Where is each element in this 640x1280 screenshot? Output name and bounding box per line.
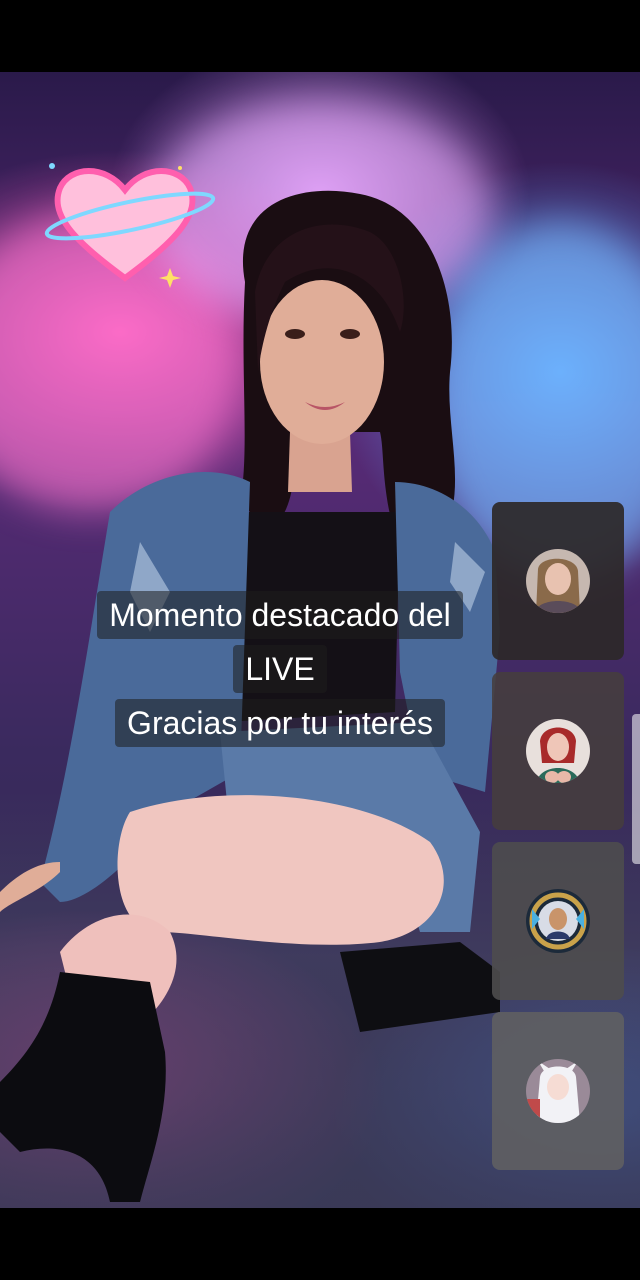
guest-tile-2[interactable] [492, 672, 624, 830]
avatar-woman-light-hair-icon [526, 549, 590, 613]
avatar-woman-red-hair-icon [526, 719, 590, 783]
heart-sticker-icon [44, 163, 216, 288]
phone-screen: Momento destacado del LIVE Gracias por t… [0, 0, 640, 1280]
caption-line-3: Gracias por tu interés [115, 699, 445, 747]
multi-guest-panel [492, 502, 624, 1182]
guest-avatar-2 [526, 719, 590, 783]
guest-tile-1[interactable] [492, 502, 624, 660]
guest-avatar-4 [526, 1059, 590, 1123]
guest-avatar-3 [526, 889, 590, 953]
guest-tile-3[interactable] [492, 842, 624, 1000]
avatar-anime-girl-white-hair-icon [526, 1059, 590, 1123]
replay-caption: Momento destacado del LIVE Gracias por t… [0, 588, 560, 750]
avatar-man-cartoon-frame-icon [526, 889, 590, 953]
guest-avatar-1 [526, 549, 590, 613]
guest-tile-4[interactable] [492, 1012, 624, 1170]
caption-line-1: Momento destacado del [97, 591, 463, 639]
caption-line-2: LIVE [233, 645, 327, 693]
side-drawer-handle[interactable] [632, 714, 640, 864]
